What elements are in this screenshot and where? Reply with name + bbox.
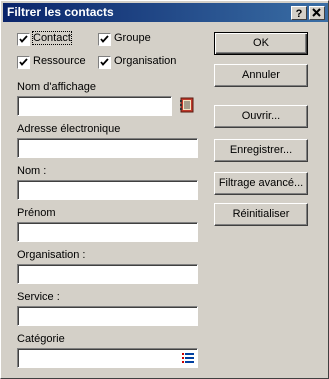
email-label: Adresse électronique: [17, 123, 121, 135]
display-name-label: Nom d'affichage: [17, 81, 96, 93]
ok-button[interactable]: OK: [214, 32, 308, 55]
contact-checkbox-label[interactable]: Contact: [32, 31, 72, 45]
categorie-input[interactable]: [17, 348, 198, 368]
check-icon: [100, 35, 109, 43]
organisation-input[interactable]: [17, 264, 198, 284]
ressource-checkbox-label[interactable]: Ressource: [33, 55, 86, 67]
service-label: Service :: [17, 291, 60, 303]
contact-checkbox[interactable]: [17, 33, 30, 46]
nom-input[interactable]: [17, 180, 198, 200]
organisation-label: Organisation :: [17, 249, 86, 261]
save-button[interactable]: Enregistrer...: [214, 139, 308, 162]
close-button[interactable]: [309, 6, 325, 20]
list-icon[interactable]: [182, 353, 194, 363]
organisation-checkbox-label[interactable]: Organisation: [114, 55, 176, 67]
categorie-label: Catégorie: [17, 333, 65, 345]
cancel-button[interactable]: Annuler: [214, 64, 308, 87]
ressource-checkbox[interactable]: [17, 56, 30, 69]
check-icon: [19, 35, 28, 43]
service-input[interactable]: [17, 306, 198, 326]
nom-label: Nom :: [17, 165, 47, 177]
display-name-input[interactable]: [17, 96, 172, 116]
prenom-input[interactable]: [17, 222, 198, 242]
close-icon: [312, 8, 321, 17]
help-button[interactable]: ?: [291, 6, 307, 20]
window-title: Filtrer les contacts: [7, 5, 114, 19]
groupe-checkbox[interactable]: [98, 33, 111, 46]
advanced-filter-button[interactable]: Filtrage avancé...: [214, 172, 308, 195]
address-book-button[interactable]: [178, 96, 196, 114]
title-bar: Filtrer les contacts ?: [3, 3, 328, 22]
groupe-checkbox-label[interactable]: Groupe: [114, 32, 151, 44]
address-book-icon: [180, 97, 194, 113]
filter-contacts-dialog: Filtrer les contacts ? Contact Groupe Re…: [0, 0, 329, 379]
email-input[interactable]: [17, 138, 198, 158]
reset-button[interactable]: Réinitialiser: [214, 203, 308, 226]
prenom-label: Prénom: [17, 207, 56, 219]
open-button[interactable]: Ouvrir...: [214, 105, 308, 128]
organisation-checkbox[interactable]: [98, 56, 111, 69]
check-icon: [19, 58, 28, 66]
check-icon: [100, 58, 109, 66]
